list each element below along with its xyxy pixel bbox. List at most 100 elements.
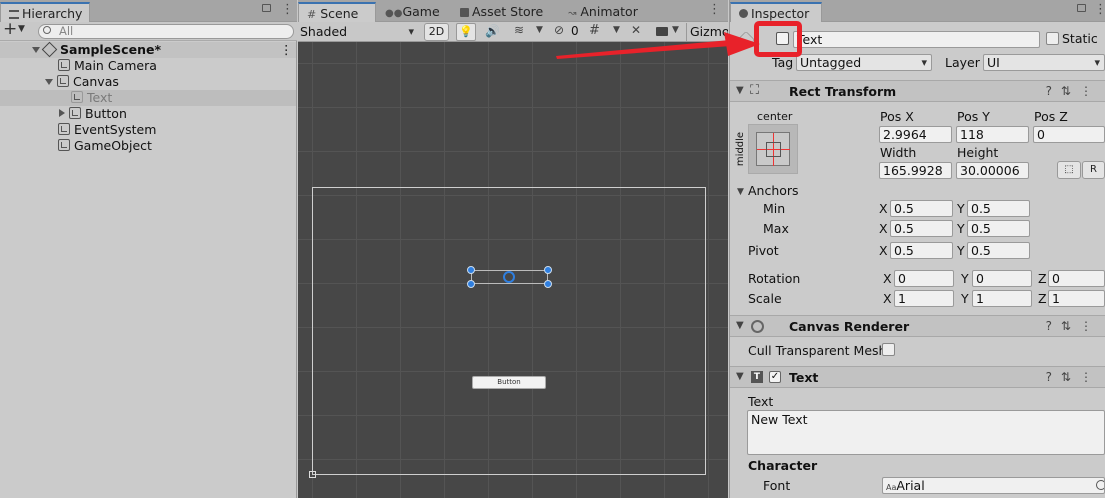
width-field[interactable]: 165.9928 [879,162,952,179]
scale-y-axis: Y [961,291,969,306]
hierarchy-item-text[interactable]: Text [0,90,296,106]
raw-edit-button[interactable]: R [1082,161,1105,179]
canvas-renderer-header[interactable]: ▼ Canvas Renderer ?⇅⋮ [730,315,1105,337]
pivot-y-axis: Y [957,243,965,258]
tag-dropdown[interactable]: Untagged [796,54,932,71]
more-icon[interactable]: ⋮ [708,2,721,17]
tab-game[interactable]: ●●Game [377,2,448,22]
rotation-y-field[interactable]: 0 [972,270,1032,287]
anchors-label: Anchors [748,183,799,198]
scene-button-object[interactable]: Button [472,376,546,389]
text-component-title: Text [789,370,819,385]
max-y-field[interactable]: 0.5 [967,220,1030,237]
grid-toggle-icon[interactable]: # [589,23,600,38]
pos-y-field[interactable]: 118 [956,126,1029,143]
text-component-header[interactable]: ▼ T ✓ Text ?⇅⋮ [730,366,1105,388]
rect-handle-bl[interactable] [467,280,475,288]
anchors-fold-icon[interactable]: ▼ [737,187,744,197]
scene-viewport[interactable]: Button [298,42,728,498]
tools-icon[interactable]: ✕ [631,23,641,37]
pos-x-field[interactable]: 2.9964 [879,126,952,143]
tab-animator[interactable]: ↝ Animator [560,2,646,22]
more-icon[interactable]: ⋮ [281,2,294,18]
fold-arrow-icon[interactable]: ▼ [736,371,744,382]
fold-arrow-icon[interactable]: ▼ [736,85,744,96]
effects-icon[interactable]: ≋ [514,23,524,37]
height-field[interactable]: 30.00006 [956,162,1029,179]
add-button[interactable]: + [3,19,17,39]
component-menu-icons[interactable]: ?⇅⋮ [1046,370,1101,384]
canvas-origin-handle[interactable] [309,471,316,478]
component-menu-icons[interactable]: ?⇅⋮ [1046,84,1101,98]
rect-transform-header[interactable]: ▼ ⛶ Rect Transform ?⇅⋮ [730,80,1105,102]
audio-icon[interactable]: 🔊 [485,24,500,38]
cull-transparent-mesh-checkbox[interactable] [882,343,895,356]
scale-y-field[interactable]: 1 [972,290,1032,307]
lock-icon[interactable] [262,4,271,12]
hierarchy-item-canvas[interactable]: Canvas [0,74,296,90]
pivot-y-field[interactable]: 0.5 [967,242,1030,259]
text-field-label: Text [748,394,774,409]
mode-2d-button[interactable]: 2D [424,23,449,41]
scale-z-field[interactable]: 1 [1048,290,1105,307]
grid-dropdown-icon[interactable]: ▼ [613,25,620,35]
text-content-area[interactable]: New Text [747,410,1105,455]
pivot-handle[interactable] [503,271,515,283]
scale-x-axis: X [883,291,892,306]
tab-scene[interactable]: # Scene [298,2,376,22]
search-field[interactable]: All [38,24,294,39]
rect-handle-br[interactable] [544,280,552,288]
gizmos-button[interactable]: Gizmo [686,23,728,41]
camera-icon[interactable] [656,27,668,36]
rotation-x-field[interactable]: 0 [894,270,954,287]
fold-arrow-icon[interactable]: ▼ [736,320,744,331]
pivot-x-field[interactable]: 0.5 [890,242,953,259]
gameobject-icon [69,107,81,119]
tab-asset-store[interactable]: Asset Store [452,2,551,22]
min-x-field[interactable]: 0.5 [890,200,953,217]
component-menu-icons[interactable]: ?⇅⋮ [1046,319,1101,333]
hierarchy-item-button[interactable]: Button [0,106,296,122]
min-x-axis: X [879,201,888,216]
text-enabled-checkbox[interactable]: ✓ [769,371,781,383]
font-object-field[interactable]: AaArial [882,477,1105,494]
rect-handle-tl[interactable] [467,266,475,274]
min-y-field[interactable]: 0.5 [967,200,1030,217]
max-label: Max [763,221,789,236]
scene-menu-icon[interactable]: ⋮ [280,42,293,58]
max-x-field[interactable]: 0.5 [890,220,953,237]
rect-handle-tr[interactable] [544,266,552,274]
camera-dropdown-icon[interactable]: ▼ [672,25,679,35]
shading-mode-dropdown[interactable]: Shaded [300,23,418,41]
scene-row[interactable]: SampleScene* ⋮ [0,41,296,58]
lighting-icon[interactable]: 💡 [456,23,476,41]
more-icon[interactable]: ⋮ [1094,2,1105,17]
effects-dropdown-icon[interactable]: ▼ [536,25,543,35]
tab-inspector[interactable]: Inspector [730,2,822,22]
hidden-count: 0 [571,24,579,38]
static-checkbox[interactable] [1046,32,1059,45]
layer-dropdown[interactable]: UI [983,54,1105,71]
object-picker-icon[interactable] [1096,480,1104,490]
scale-x-field[interactable]: 1 [894,290,954,307]
expand-arrow-icon[interactable] [45,79,53,85]
hierarchy-item-eventsystem[interactable]: EventSystem [0,122,296,138]
blueprint-mode-button[interactable]: ⬚ [1057,161,1081,179]
hierarchy-item-main-camera[interactable]: Main Camera [0,58,296,74]
hidden-objects-icon[interactable]: ⊘ [554,23,564,37]
item-label: Text [87,90,113,105]
gizmos-label: Gizmo [690,24,728,39]
add-dropdown-icon[interactable]: ▼ [18,24,25,34]
expand-arrow-icon[interactable] [32,47,40,53]
hierarchy-item-gameobject[interactable]: GameObject [0,138,296,154]
pos-z-field[interactable]: 0 [1033,126,1105,143]
hierarchy-toolbar: + ▼ All [0,19,297,41]
rotation-z-field[interactable]: 0 [1048,270,1105,287]
gamepad-icon: ●● [385,8,403,19]
object-name-field[interactable]: Text [793,31,1040,48]
anchor-preset-side-label: middle [735,131,747,167]
anchor-preset-button[interactable] [748,124,798,174]
collapse-arrow-icon[interactable] [59,109,65,117]
lock-icon[interactable] [1077,4,1086,12]
scale-z-axis: Z [1038,291,1047,306]
